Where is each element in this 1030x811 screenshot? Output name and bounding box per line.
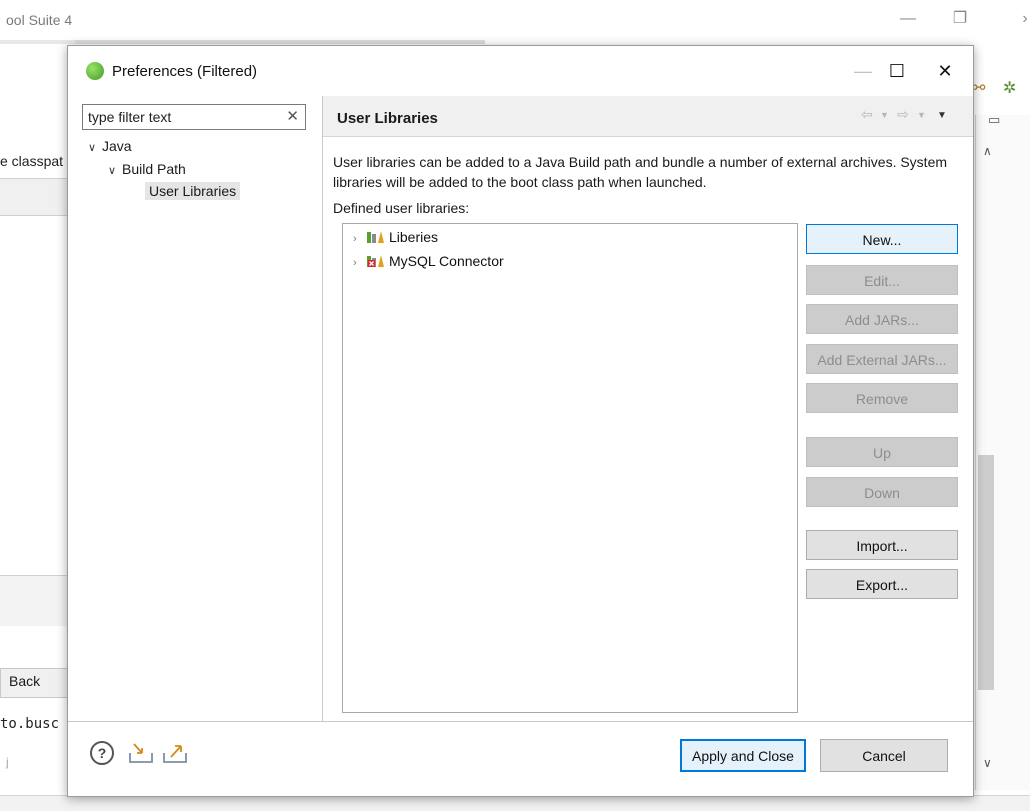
help-icon[interactable]: ? [90,741,114,765]
background-window-titlebar: ool Suite 4 — ❐ › [0,0,1030,40]
background-left-text: e classpat [0,153,64,169]
background-top-strip [75,40,485,44]
import-button[interactable]: Import... [806,530,958,560]
new-button[interactable]: New... [806,224,958,254]
library-name: Liberies [389,229,439,245]
edit-button[interactable]: Edit... [806,265,958,295]
background-close-icon[interactable]: › [1010,6,1030,32]
library-item[interactable]: › MySQL Connector [353,253,504,269]
import-preferences-icon[interactable] [128,742,154,764]
background-maximize-icon[interactable]: ▭ [988,112,1000,128]
background-hierarchy-icon[interactable]: ⚯ [972,78,985,98]
library-error-icon [367,254,385,267]
close-icon[interactable]: ✕ [928,56,962,86]
tree-item-java[interactable]: ∨ Java [88,138,132,154]
back-dropdown-icon[interactable]: ▼ [880,110,889,120]
library-icon [367,230,385,243]
tree-item-user-libraries[interactable]: User Libraries [145,182,241,200]
dialog-titlebar: Preferences (Filtered) — ☐ ✕ [68,46,973,96]
background-minimize-icon[interactable]: — [893,6,923,32]
background-status-bar [0,795,1030,811]
tree-item-build-path[interactable]: ∨ Build Path [108,161,186,177]
tree-item-label: Build Path [122,161,186,177]
export-preferences-icon[interactable] [162,742,188,764]
apply-and-close-button[interactable]: Apply and Close [680,739,806,772]
maximize-icon[interactable]: ☐ [880,56,914,86]
background-left-topbar [0,40,75,44]
up-button[interactable]: Up [806,437,958,467]
tree-item-label: Java [102,138,132,154]
user-libraries-page: User Libraries ⇦ ▼ ⇨ ▼ ▼ User libraries … [323,96,973,721]
view-menu-icon[interactable]: ▼ [937,110,947,121]
add-external-jars-button[interactable]: Add External JARs... [806,344,958,374]
preferences-navigation: ✕ ∨Java ∨Build Path User Libraries [68,96,322,721]
library-item[interactable]: › Liberies [353,229,438,245]
cancel-button[interactable]: Cancel [820,739,948,772]
chevron-down-icon[interactable]: ∨ [108,164,122,177]
forward-dropdown-icon[interactable]: ▼ [917,110,926,120]
defined-libraries-label: Defined user libraries: [333,200,470,216]
background-back-button[interactable]: Back [0,668,75,698]
add-jars-button[interactable]: Add JARs... [806,304,958,334]
page-header: User Libraries ⇦ ▼ ⇨ ▼ ▼ [323,96,973,137]
chevron-down-icon[interactable]: ∨ [88,141,102,154]
background-window-title: ool Suite 4 [6,12,73,28]
dialog-title: Preferences (Filtered) [112,63,258,80]
filter-input[interactable] [88,108,273,126]
minimize-icon[interactable]: — [846,56,880,86]
page-description: User libraries can be added to a Java Bu… [333,154,948,190]
page-title: User Libraries [337,110,438,127]
background-left-band [0,178,75,216]
background-left-band-2 [0,575,75,626]
export-button[interactable]: Export... [806,569,958,599]
filter-field[interactable]: ✕ [82,104,306,130]
background-scroll-down-icon[interactable]: ∨ [983,756,992,770]
background-code-text-2: j [6,755,9,769]
chevron-right-icon[interactable]: › [353,233,367,245]
background-code-text: to.busc [0,716,60,732]
background-scroll-up-icon[interactable]: ∧ [983,144,992,158]
background-debug-icon[interactable]: ✲ [1003,78,1016,98]
spring-logo-icon [86,62,104,80]
background-restore-icon[interactable]: ❐ [945,6,975,32]
tree-item-label: User Libraries [145,182,241,200]
background-scrollbar-thumb[interactable] [978,455,994,690]
preferences-dialog: Preferences (Filtered) — ☐ ✕ ✕ ∨Java ∨Bu… [67,45,974,797]
remove-button[interactable]: Remove [806,383,958,413]
clear-filter-icon[interactable]: ✕ [286,107,299,125]
library-name: MySQL Connector [389,253,504,269]
forward-arrow-icon[interactable]: ⇨ [897,106,909,123]
down-button[interactable]: Down [806,477,958,507]
chevron-right-icon[interactable]: › [353,257,367,269]
user-libraries-list[interactable]: › Liberies › MySQL Connector [342,223,798,713]
dialog-footer: ? Apply and Close Cancel [68,722,973,796]
back-arrow-icon[interactable]: ⇦ [861,106,873,123]
